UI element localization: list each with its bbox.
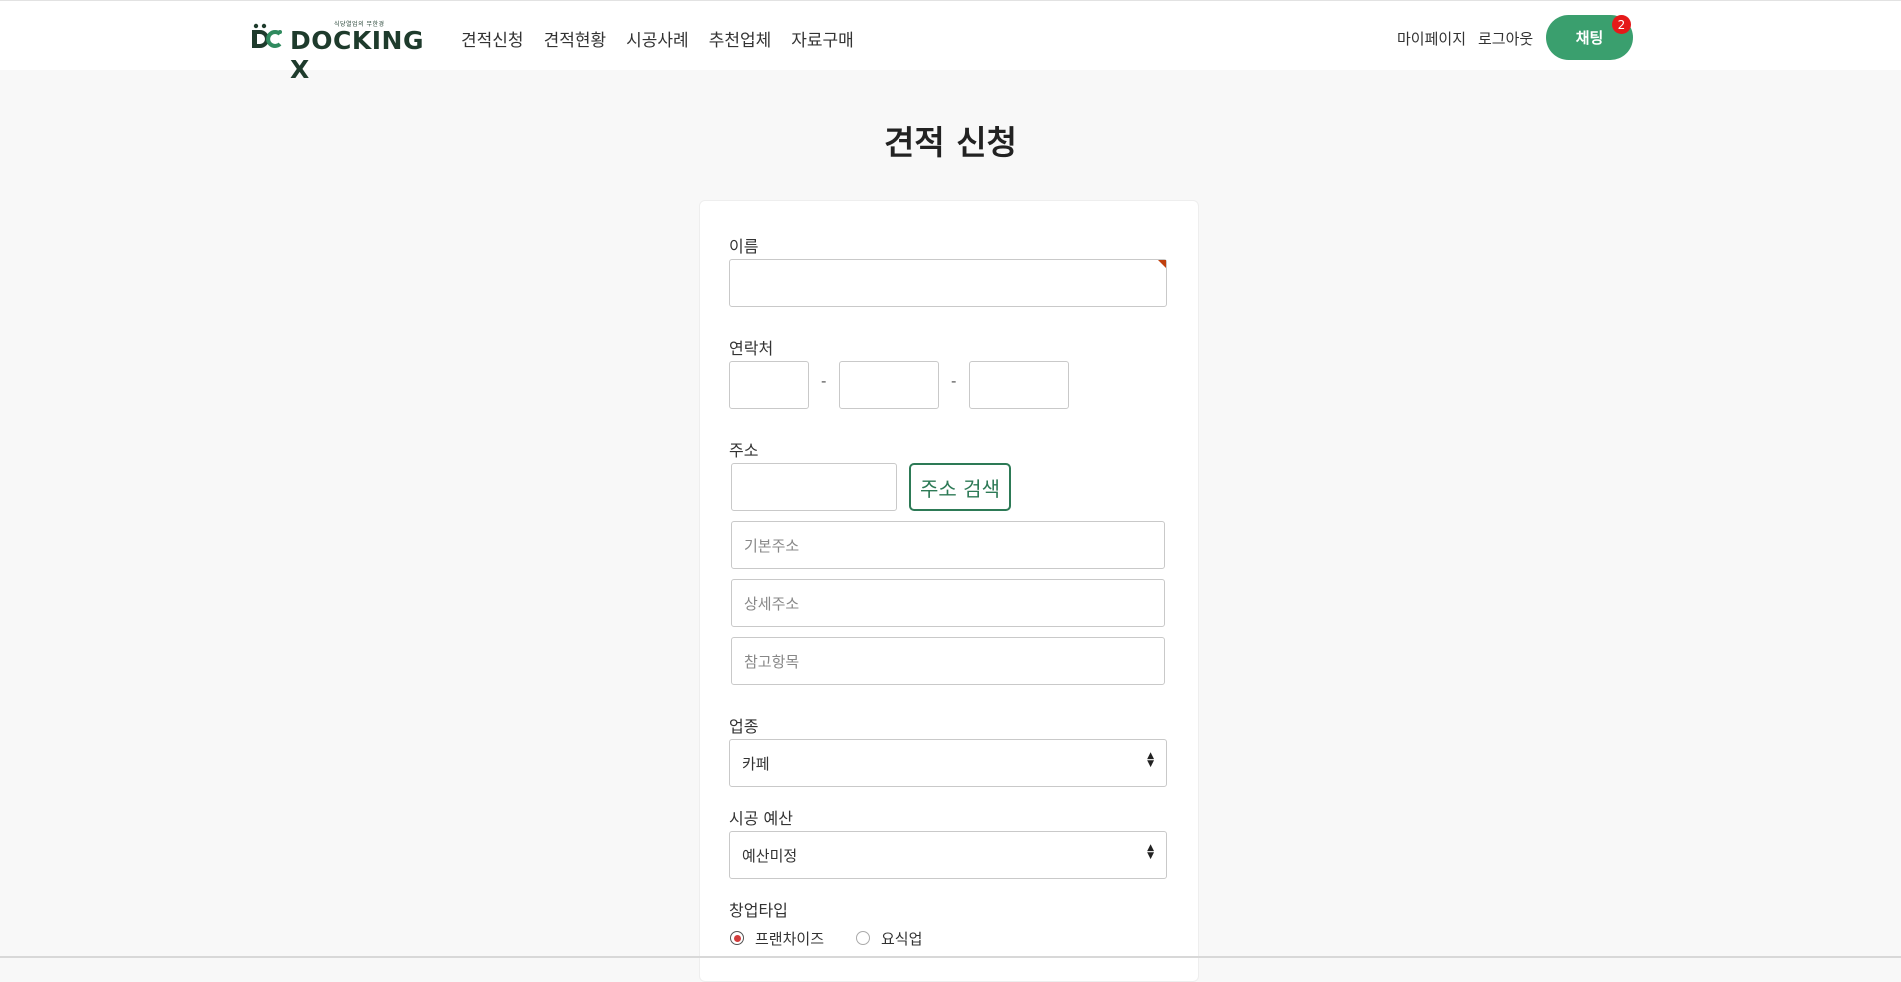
select-sort-icon: ▲ ▼: [1147, 843, 1154, 861]
nav-item-materials[interactable]: 자료구매: [791, 26, 854, 51]
reference-placeholder: 참고항목: [744, 652, 800, 671]
detail-address-placeholder: 상세주소: [744, 594, 800, 613]
phone-part3-input[interactable]: [969, 361, 1069, 409]
nav-item-recommended[interactable]: 추천업체: [709, 26, 772, 51]
select-sort-icon: ▲ ▼: [1147, 751, 1154, 769]
base-address-input[interactable]: 기본주소: [731, 521, 1165, 569]
phone-separator-2: -: [951, 372, 957, 390]
reference-address-input[interactable]: 참고항목: [731, 637, 1165, 685]
name-label: 이름: [729, 237, 759, 256]
nav-item-quote-status[interactable]: 견적현황: [544, 26, 607, 51]
logo-mark-icon: [252, 23, 282, 48]
budget-select[interactable]: 예산미정 ▲ ▼: [729, 831, 1167, 879]
name-input[interactable]: [729, 259, 1167, 307]
required-corner-icon: [1158, 260, 1166, 268]
radio-franchise-label: 프랜차이즈: [755, 930, 825, 948]
mypage-link[interactable]: 마이페이지: [1397, 28, 1466, 49]
logo-text: DOCKING X: [290, 26, 424, 84]
nav-item-portfolio[interactable]: 시공사례: [626, 26, 689, 51]
budget-value: 예산미정: [742, 846, 798, 865]
radio-franchise[interactable]: [730, 931, 744, 945]
postcode-input[interactable]: [731, 463, 897, 511]
business-type-select[interactable]: 카페 ▲ ▼: [729, 739, 1167, 787]
address-label: 주소: [729, 441, 759, 460]
docking-x-logo[interactable]: 식당열업의 무한경 DOCKING X: [250, 19, 430, 84]
chat-button-label: 채팅: [1575, 29, 1604, 47]
logout-link[interactable]: 로그아웃: [1478, 28, 1533, 49]
nav-item-quote-request[interactable]: 견적신청: [461, 26, 524, 51]
radio-restaurant[interactable]: [856, 931, 870, 945]
address-search-button[interactable]: 주소 검색: [909, 463, 1011, 511]
radio-restaurant-label: 요식업: [881, 930, 923, 948]
chat-unread-badge: 2: [1612, 15, 1631, 34]
business-type-label: 업종: [729, 717, 759, 736]
business-type-value: 카페: [742, 754, 770, 773]
phone-part2-input[interactable]: [839, 361, 939, 409]
phone-part1-input[interactable]: [729, 361, 809, 409]
base-address-placeholder: 기본주소: [744, 536, 800, 555]
main-nav: 견적신청 견적현황 시공사례 추천업체 자료구매: [461, 26, 874, 51]
top-header: 식당열업의 무한경 DOCKING X 견적신청 견적현황 시공사례 추천업체 …: [0, 0, 1901, 84]
budget-label: 시공 예산: [729, 809, 793, 828]
phone-separator-1: -: [821, 372, 827, 390]
startup-type-label: 창업타입: [729, 901, 788, 920]
page-title: 견적 신청: [884, 123, 1017, 162]
phone-label: 연락처: [729, 339, 774, 358]
detail-address-input[interactable]: 상세주소: [731, 579, 1165, 627]
